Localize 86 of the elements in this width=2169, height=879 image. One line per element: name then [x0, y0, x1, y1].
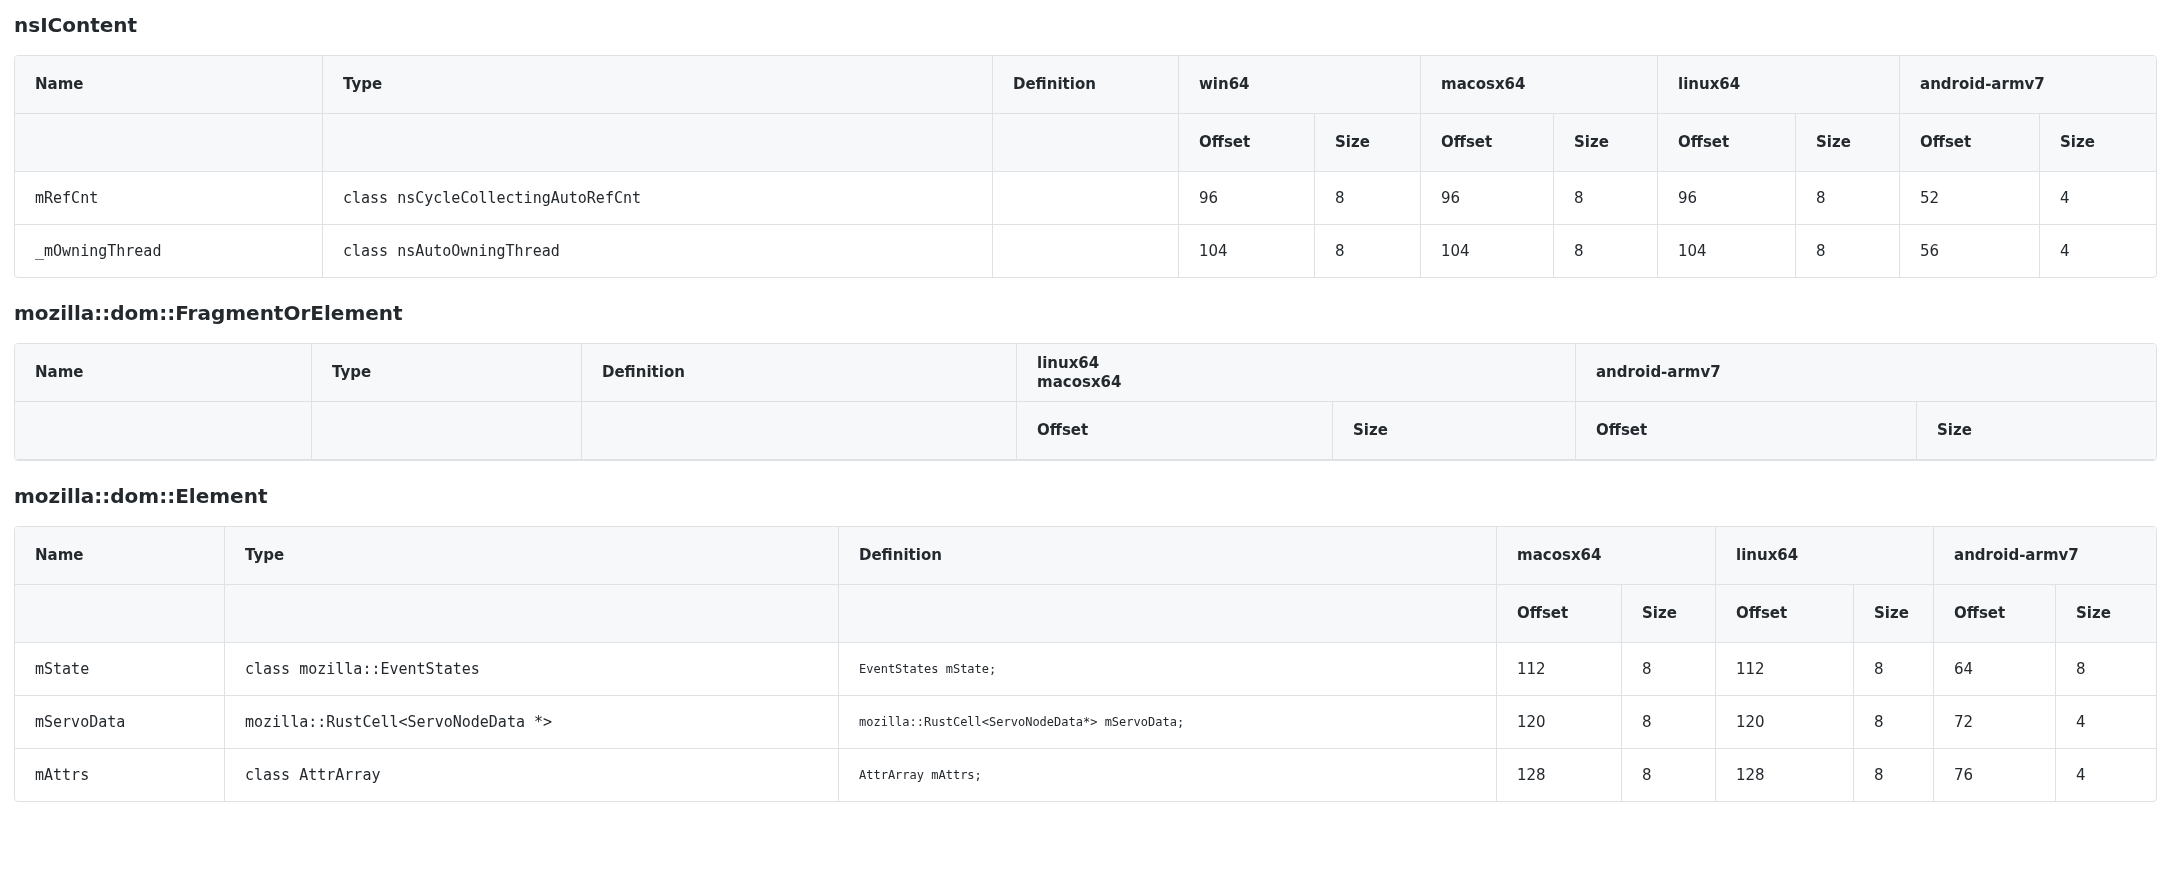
table-cell: 8	[2056, 643, 2156, 696]
column-header: android-armv7	[1934, 527, 2156, 585]
column-header: Offset	[1497, 585, 1622, 643]
table-cell: 72	[1934, 696, 2056, 749]
table-cell: 8	[1315, 225, 1421, 277]
section-title: mozilla::dom::Element	[14, 483, 269, 510]
column-header: linux64 macosx64	[1017, 344, 1576, 402]
table-cell: 4	[2056, 696, 2156, 749]
table-cell: 104	[1421, 225, 1554, 277]
table-cell: mozilla::RustCell<ServoNodeData*> mServoData;	[839, 696, 1497, 749]
section-title: nsIContent	[14, 12, 139, 39]
table-cell: 8	[1315, 172, 1421, 225]
table-cell: AttrArray mAttrs;	[839, 749, 1497, 801]
table-cell: 8	[1854, 643, 1934, 696]
table-cell: mozilla::RustCell<ServoNodeData *>	[225, 696, 839, 749]
column-header: Offset	[1716, 585, 1854, 643]
column-header: Size	[1622, 585, 1716, 643]
table-cell: 8	[1622, 696, 1716, 749]
table-cell: mAttrs	[15, 749, 225, 801]
table-cell: class mozilla::EventStates	[225, 643, 839, 696]
table-cell: 8	[1622, 749, 1716, 801]
table-cell: 128	[1497, 749, 1622, 801]
column-header: Offset	[1934, 585, 2056, 643]
column-header: Name	[15, 527, 225, 585]
table-cell: mRefCnt	[15, 172, 323, 225]
column-header: Name	[15, 56, 323, 114]
column-header: android-armv7	[1900, 56, 2156, 114]
table-cell: 96	[1421, 172, 1554, 225]
column-header: Definition	[993, 56, 1179, 114]
section-title: mozilla::dom::FragmentOrElement	[14, 300, 404, 327]
table-cell: mState	[15, 643, 225, 696]
column-header: Size	[1854, 585, 1934, 643]
column-header: Offset	[1179, 114, 1315, 172]
table-cell: 104	[1658, 225, 1796, 277]
table-cell: 128	[1716, 749, 1854, 801]
table-cell: 8	[1854, 696, 1934, 749]
table-cell: mServoData	[15, 696, 225, 749]
table-cell: 4	[2040, 172, 2156, 225]
column-header: macosx64	[1497, 527, 1716, 585]
column-header: Size	[2040, 114, 2156, 172]
column-header: Type	[323, 56, 993, 114]
table-cell: class nsCycleCollectingAutoRefCnt	[323, 172, 993, 225]
table-cell: class AttrArray	[225, 749, 839, 801]
column-header: Type	[312, 344, 582, 402]
table-cell: 8	[1554, 225, 1658, 277]
table-cell: 112	[1497, 643, 1622, 696]
table-cell: 120	[1497, 696, 1622, 749]
table-cell: class nsAutoOwningThread	[323, 225, 993, 277]
column-header: linux64	[1716, 527, 1934, 585]
table-cell: _mOwningThread	[15, 225, 323, 277]
table-cell: 56	[1900, 225, 2040, 277]
table-cell: 8	[1622, 643, 1716, 696]
column-header: Size	[1554, 114, 1658, 172]
column-header: Size	[1917, 402, 2156, 460]
table-cell: 8	[1854, 749, 1934, 801]
column-header: Offset	[1900, 114, 2040, 172]
column-header: Offset	[1658, 114, 1796, 172]
column-header: android-armv7	[1576, 344, 2156, 402]
column-header: Offset	[1421, 114, 1554, 172]
table-cell: 104	[1179, 225, 1315, 277]
column-header: Type	[225, 527, 839, 585]
column-header: win64	[1179, 56, 1421, 114]
column-header: Definition	[582, 344, 1017, 402]
table-cell: 76	[1934, 749, 2056, 801]
column-header: macosx64	[1421, 56, 1658, 114]
table-cell: 96	[1658, 172, 1796, 225]
table-cell: 64	[1934, 643, 2056, 696]
column-header: Size	[1796, 114, 1900, 172]
table-cell: 112	[1716, 643, 1854, 696]
table-cell-text: 4	[2059, 240, 2071, 262]
table-cell: 8	[1796, 172, 1900, 225]
column-header: Size	[2056, 585, 2156, 643]
table-cell: 8	[1796, 225, 1900, 277]
column-header: linux64	[1658, 56, 1900, 114]
column-header: Name	[15, 344, 312, 402]
table-cell: 52	[1900, 172, 2040, 225]
table-cell: 120	[1716, 696, 1854, 749]
column-header: Size	[1333, 402, 1576, 460]
table-cell: 8	[1554, 172, 1658, 225]
table-cell: EventStates mState;	[839, 643, 1497, 696]
table-cell: 96	[1179, 172, 1315, 225]
table-cell-text: 4	[2075, 764, 2087, 786]
column-header: Size	[1315, 114, 1421, 172]
column-header: Offset	[1576, 402, 1917, 460]
column-header: Definition	[839, 527, 1497, 585]
column-header: Offset	[1017, 402, 1333, 460]
